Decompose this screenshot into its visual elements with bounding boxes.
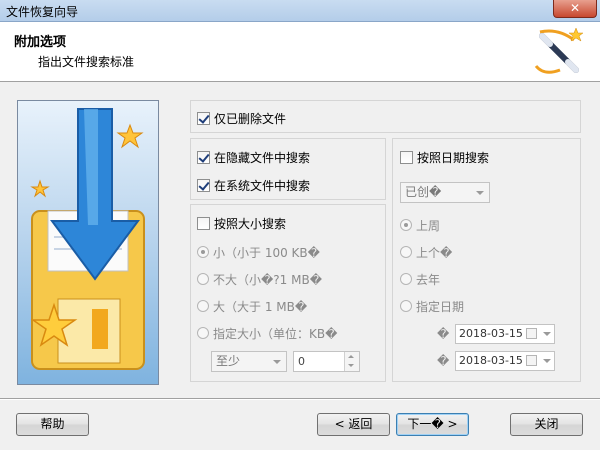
date-from-marker: � [437, 327, 450, 341]
size-custom-radio[interactable]: 指定大小（单位：KB� [197, 325, 337, 341]
back-button[interactable]: < 返回 [317, 413, 390, 436]
radio-circle[interactable] [197, 273, 209, 285]
chevron-down-icon[interactable] [473, 185, 487, 200]
date-last-year-label: 去年 [416, 272, 441, 287]
size-mode-select[interactable]: 至少 [211, 351, 287, 372]
date-to-picker[interactable]: 2018-03-15 [455, 351, 555, 371]
radio-circle[interactable] [400, 300, 412, 312]
date-to-value: 2018-03-15 [459, 354, 523, 367]
date-kind-select[interactable]: 已创� [400, 182, 490, 203]
window-close-button[interactable]: ✕ [553, 0, 597, 18]
date-search-checkbox[interactable]: 按照日期搜索 [400, 149, 489, 165]
radio-circle[interactable] [197, 300, 209, 312]
checkbox-box[interactable] [197, 150, 210, 164]
size-search-checkbox[interactable]: 按照大小搜索 [197, 215, 286, 231]
radio-circle[interactable] [400, 273, 412, 285]
date-to-checkbox[interactable] [526, 355, 537, 366]
size-search-label: 按照大小搜索 [214, 216, 287, 231]
checkbox-box[interactable] [197, 216, 210, 230]
size-medium-radio[interactable]: 不大（小�?1 MB� [197, 271, 322, 287]
date-from-picker[interactable]: 2018-03-15 [455, 324, 555, 344]
footer-divider [0, 398, 600, 400]
stepper-controls[interactable] [344, 352, 359, 371]
size-custom-label: 指定大小（单位：KB� [213, 326, 338, 341]
size-large-label: 大（大于 1 MB� [213, 299, 308, 314]
size-large-radio[interactable]: 大（大于 1 MB� [197, 298, 307, 314]
date-last-week-radio[interactable]: 上周 [400, 217, 440, 233]
chevron-down-icon[interactable] [543, 359, 551, 363]
size-small-label: 小（小于 100 KB� [213, 245, 320, 260]
date-from-value: 2018-03-15 [459, 327, 523, 340]
date-last-year-radio[interactable]: 去年 [400, 271, 440, 287]
radio-circle[interactable] [197, 327, 209, 339]
close-button[interactable]: 关闭 [510, 413, 583, 436]
checkbox-box[interactable] [197, 178, 210, 192]
radio-circle[interactable] [197, 246, 209, 258]
date-last-month-radio[interactable]: 上个� [400, 244, 452, 260]
radio-circle[interactable] [400, 219, 412, 231]
size-mode-value: 至少 [216, 354, 241, 368]
size-amount-stepper[interactable]: 0 [293, 351, 360, 372]
date-to-marker: � [437, 354, 450, 368]
date-search-label: 按照日期搜索 [417, 150, 490, 165]
date-from-checkbox[interactable] [526, 328, 537, 339]
radio-circle[interactable] [400, 246, 412, 258]
checkbox-box[interactable] [400, 150, 413, 164]
deleted-only-label: 仅已删除文件 [214, 111, 287, 126]
page-subtitle: 指出文件搜索标准 [38, 55, 135, 69]
date-last-month-label: 上个� [416, 245, 453, 260]
chevron-down-icon[interactable] [543, 332, 551, 336]
wizard-illustration [17, 100, 159, 385]
system-files-checkbox[interactable]: 在系统文件中搜索 [197, 177, 310, 193]
stepper-down-icon[interactable] [348, 364, 354, 367]
title-bar: 文件恢复向导 ✕ [0, 0, 600, 22]
size-small-radio[interactable]: 小（小于 100 KB� [197, 244, 320, 260]
chevron-down-icon[interactable] [270, 354, 284, 369]
help-button[interactable]: 帮助 [16, 413, 89, 436]
wizard-header: 附加选项 指出文件搜索标准 [0, 22, 600, 82]
floppy-download-icon [30, 108, 145, 370]
stepper-up-icon[interactable] [348, 355, 354, 358]
date-last-week-label: 上周 [416, 218, 441, 233]
date-custom-label: 指定日期 [416, 299, 465, 314]
date-kind-value: 已创� [405, 185, 442, 199]
hidden-files-checkbox[interactable]: 在隐藏文件中搜索 [197, 149, 310, 165]
checkbox-box[interactable] [197, 111, 210, 125]
page-title: 附加选项 [14, 35, 67, 50]
date-custom-radio[interactable]: 指定日期 [400, 298, 464, 314]
deleted-only-checkbox[interactable]: 仅已删除文件 [197, 110, 286, 126]
size-medium-label: 不大（小�?1 MB� [213, 272, 323, 287]
magic-wand-icon [534, 27, 584, 74]
window-title: 文件恢复向导 [6, 5, 79, 19]
size-amount-value: 0 [298, 355, 305, 368]
hidden-files-label: 在隐藏文件中搜索 [214, 150, 311, 165]
next-button[interactable]: 下一� > [396, 413, 469, 436]
system-files-label: 在系统文件中搜索 [214, 178, 311, 193]
